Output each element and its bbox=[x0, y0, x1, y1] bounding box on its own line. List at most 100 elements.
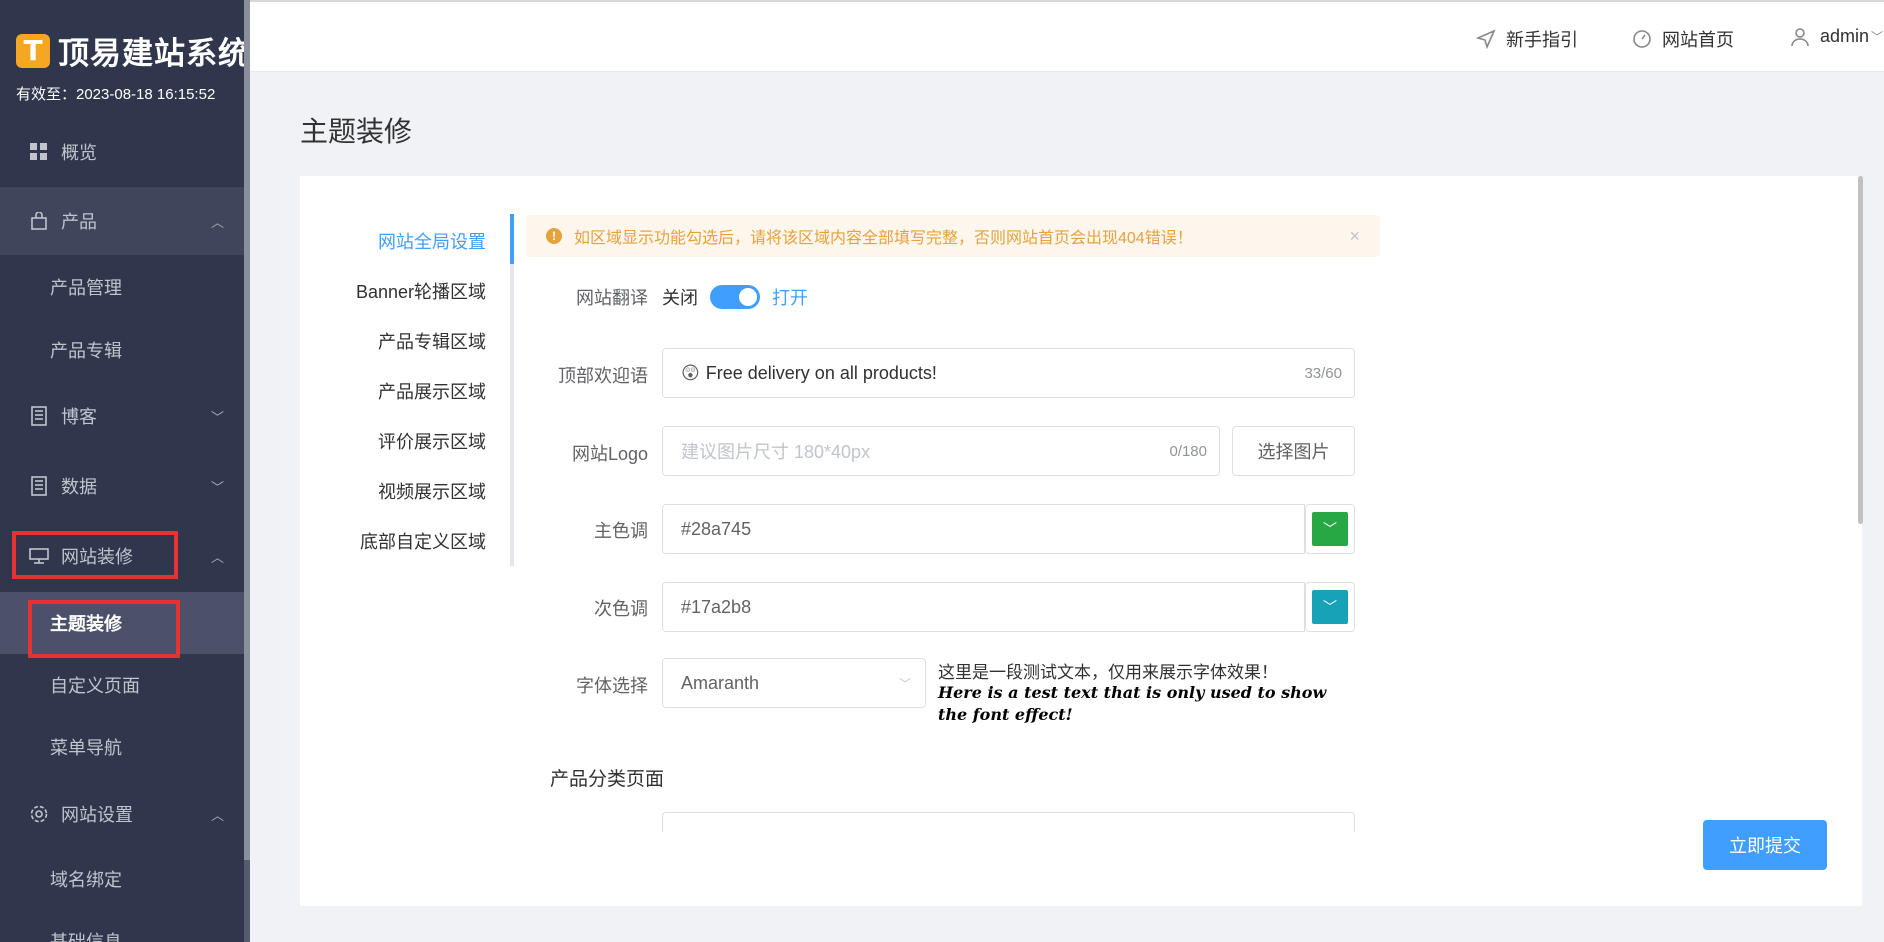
chevron-up-icon: ︿ bbox=[210, 214, 224, 230]
logo-label: 网站Logo bbox=[571, 444, 648, 464]
sidebar-item-label: 基础信息 bbox=[50, 932, 122, 942]
welcome-value: Free delivery on all products! bbox=[705, 362, 937, 383]
alert-text: 如区域显示功能勾选后，请将该区域内容全部填写完整，否则网站首页会出现404错误！ bbox=[574, 230, 1193, 247]
tab-product-albums[interactable]: 产品专辑区域 bbox=[378, 328, 486, 354]
secondary-color-input[interactable]: #17a2b8 bbox=[662, 582, 1305, 632]
chevron-down-icon: ﹀ bbox=[210, 479, 224, 495]
chevron-down-icon: ﹀ bbox=[210, 409, 224, 425]
sidebar-item-label: 菜单导航 bbox=[50, 738, 122, 758]
font-value: Amaranth bbox=[681, 672, 760, 693]
username: admin bbox=[1820, 26, 1870, 46]
font-sample-chinese: 这里是一段测试文本，仅用来展示字体效果！ bbox=[938, 663, 1278, 682]
font-sample-english: Here is a test text that is only used to… bbox=[938, 683, 1327, 724]
toggle-on-label: 打开 bbox=[772, 288, 808, 308]
gear-icon bbox=[29, 804, 49, 824]
select-image-button[interactable]: 选择图片 bbox=[1232, 426, 1355, 476]
tab-global-settings[interactable]: 网站全局设置 bbox=[378, 228, 486, 254]
primary-color-input[interactable]: #28a745 bbox=[662, 504, 1305, 554]
primary-color-picker[interactable]: ﹀ bbox=[1305, 504, 1355, 554]
bag-icon bbox=[29, 211, 49, 231]
warning-icon: ! bbox=[546, 228, 562, 244]
translate-toggle[interactable]: 关闭 打开 bbox=[662, 284, 808, 310]
chevron-up-icon: ︿ bbox=[210, 807, 224, 823]
sidebar-item-custom-pages[interactable]: 自定义页面 bbox=[0, 658, 244, 712]
tab-footer[interactable]: 底部自定义区域 bbox=[360, 528, 486, 554]
book-icon bbox=[29, 406, 49, 426]
highlight-box bbox=[28, 600, 180, 658]
sidebar-item-blog[interactable]: 博客 ﹀ bbox=[0, 386, 244, 446]
sidebar-item-site-settings[interactable]: 网站设置 ︿ bbox=[0, 784, 244, 844]
homepage-link[interactable]: 网站首页 bbox=[1632, 26, 1734, 52]
submit-button[interactable]: 立即提交 bbox=[1703, 820, 1827, 870]
sidebar-item-label: 自定义页面 bbox=[50, 676, 140, 696]
translate-label: 网站翻译 bbox=[576, 288, 648, 308]
warning-alert: ! 如区域显示功能勾选后，请将该区域内容全部填写完整，否则网站首页会出现404错… bbox=[526, 215, 1380, 257]
secondary-color-label: 次色调 bbox=[594, 599, 648, 619]
vertical-tabs: 网站全局设置 Banner轮播区域 产品专辑区域 产品展示区域 评价展示区域 视… bbox=[300, 214, 514, 566]
chevron-down-icon: ﹀ bbox=[1871, 30, 1884, 44]
surprised-emoji-icon: 😲 bbox=[681, 362, 700, 383]
top-header: 新手指引 网站首页 admin ﹀ bbox=[250, 0, 1884, 72]
chevron-up-icon: ︿ bbox=[210, 549, 224, 565]
category-page-input[interactable] bbox=[662, 812, 1355, 832]
sidebar-item-label: 博客 bbox=[61, 407, 97, 427]
primary-color-value: #28a745 bbox=[681, 518, 752, 539]
brand: T 顶易建站系统 有效至：2023-08-18 16:15:52 bbox=[0, 0, 250, 105]
dashboard-icon bbox=[1632, 29, 1652, 49]
grid-icon bbox=[29, 142, 49, 162]
sidebar-item-product-management[interactable]: 产品管理 bbox=[0, 260, 244, 314]
card-scrollbar[interactable] bbox=[1858, 176, 1863, 524]
toggle-switch[interactable] bbox=[710, 285, 760, 309]
font-label: 字体选择 bbox=[576, 676, 648, 696]
sidebar-item-label: 产品专辑 bbox=[50, 341, 122, 361]
homepage-label: 网站首页 bbox=[1662, 30, 1734, 50]
brand-name: 顶易建站系统 bbox=[58, 36, 250, 71]
user-menu[interactable]: admin ﹀ bbox=[1790, 26, 1883, 47]
guide-link[interactable]: 新手指引 bbox=[1476, 26, 1578, 52]
sidebar-item-label: 产品 bbox=[61, 212, 97, 232]
tab-product-display[interactable]: 产品展示区域 bbox=[378, 378, 486, 404]
logo-placeholder: 建议图片尺寸 180*40px bbox=[681, 442, 871, 462]
send-icon bbox=[1476, 29, 1496, 49]
expire-date: 有效至：2023-08-18 16:15:52 bbox=[16, 86, 216, 103]
chevron-down-icon: ﹀ bbox=[1312, 512, 1348, 546]
user-icon bbox=[1790, 27, 1810, 47]
sidebar-item-basic-info[interactable]: 基础信息 bbox=[0, 914, 244, 942]
tab-videos[interactable]: 视频展示区域 bbox=[378, 478, 486, 504]
sidebar-scrollbar[interactable] bbox=[244, 0, 250, 860]
sidebar-item-overview[interactable]: 概览 bbox=[0, 122, 244, 182]
sidebar-item-products[interactable]: 产品 ︿ bbox=[0, 187, 244, 255]
sidebar-item-domain-binding[interactable]: 域名绑定 bbox=[0, 852, 244, 906]
welcome-label: 顶部欢迎语 bbox=[558, 366, 648, 386]
secondary-color-picker[interactable]: ﹀ bbox=[1305, 582, 1355, 632]
chevron-down-icon: ﹀ bbox=[898, 676, 911, 691]
chevron-down-icon: ﹀ bbox=[1312, 590, 1348, 624]
book-icon bbox=[29, 476, 49, 496]
page-title: 主题装修 bbox=[300, 116, 413, 147]
close-icon[interactable]: × bbox=[1349, 226, 1360, 247]
welcome-counter: 33/60 bbox=[1304, 364, 1342, 382]
guide-label: 新手指引 bbox=[1506, 30, 1578, 50]
welcome-input[interactable]: 😲 Free delivery on all products! 33/60 bbox=[662, 348, 1355, 398]
tab-reviews[interactable]: 评价展示区域 bbox=[378, 428, 486, 454]
section-title: 产品分类页面 bbox=[550, 769, 665, 790]
sidebar-item-product-albums[interactable]: 产品专辑 bbox=[0, 323, 244, 377]
sidebar: T 顶易建站系统 有效至：2023-08-18 16:15:52 概览 产品 ︿… bbox=[0, 0, 250, 942]
sidebar-item-menu-navigation[interactable]: 菜单导航 bbox=[0, 720, 244, 774]
toggle-off-label: 关闭 bbox=[662, 288, 698, 308]
sidebar-item-label: 数据 bbox=[61, 477, 97, 497]
sidebar-item-label: 网站设置 bbox=[61, 805, 133, 825]
sidebar-item-label: 域名绑定 bbox=[50, 870, 122, 890]
logo-icon: T bbox=[16, 33, 50, 68]
logo-input[interactable]: 建议图片尺寸 180*40px 0/180 bbox=[662, 426, 1220, 476]
sidebar-item-label: 概览 bbox=[61, 143, 97, 163]
primary-color-label: 主色调 bbox=[594, 521, 648, 541]
logo-counter: 0/180 bbox=[1169, 442, 1207, 460]
sidebar-item-label: 产品管理 bbox=[50, 278, 122, 298]
secondary-color-value: #17a2b8 bbox=[681, 596, 752, 617]
tab-banner[interactable]: Banner轮播区域 bbox=[356, 278, 486, 304]
sidebar-item-data[interactable]: 数据 ﹀ bbox=[0, 456, 244, 516]
font-select[interactable]: Amaranth ﹀ bbox=[662, 658, 926, 708]
highlight-box bbox=[12, 531, 178, 579]
tab-active-indicator bbox=[510, 214, 514, 264]
